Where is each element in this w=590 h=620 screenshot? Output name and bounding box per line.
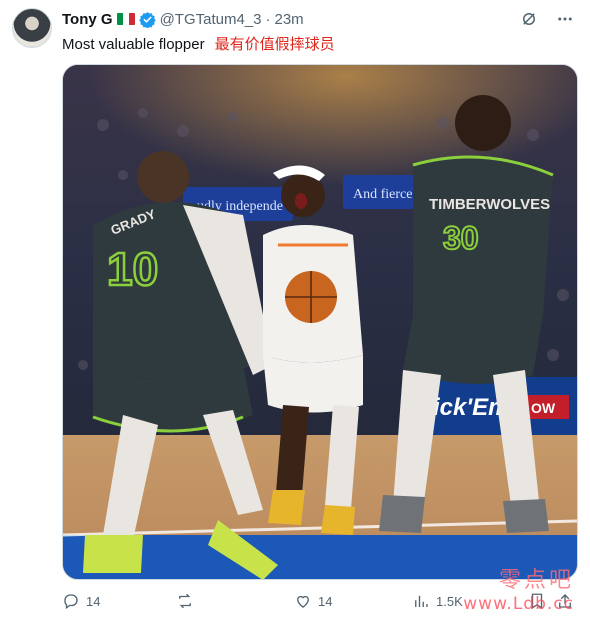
basketball-photo: udly independe And fiercely pro Pick'Em … [63,65,577,579]
retweet-button[interactable] [176,592,200,610]
reply-button[interactable]: 14 [62,592,100,610]
display-name[interactable]: Tony G [62,11,113,28]
tweet-text: Most valuable flopper [62,36,205,53]
reply-count: 14 [86,593,101,609]
views-count: 1.5K [436,593,463,609]
jersey-right-number: 30 [443,220,479,256]
tweet-body: Most valuable flopper 最有价值假摔球员 [62,33,335,55]
handle[interactable]: @TGTatum4_3 [160,11,262,28]
share-button[interactable] [556,592,574,610]
tweet-header: Tony G @TGTatum4_3 · 23m [62,8,304,30]
separator-dot: · [265,10,271,28]
like-count: 14 [318,593,333,609]
ad-board-text-2: OW [531,400,556,416]
timestamp[interactable]: 23m [275,11,304,28]
jersey-left-number: 10 [107,243,158,295]
retweet-icon [179,593,191,609]
header-actions [520,10,574,33]
media-photo[interactable]: udly independe And fiercely pro Pick'Em … [62,64,578,580]
tweet-actions: 14 14 1.5K [62,592,578,616]
bookmark-button[interactable] [528,592,546,610]
tweet-card[interactable]: Tony G @TGTatum4_3 · 23m Most valuable f… [0,0,590,620]
avatar[interactable] [12,8,52,48]
reply-icon [64,594,78,610]
like-button[interactable]: 14 [294,592,332,610]
views-icon [415,595,428,607]
bookmark-icon [531,593,543,610]
share-icon [559,594,571,608]
translation-overlay: 最有价值假摔球员 [214,35,335,53]
jersey-right-team: TIMBERWOLVES [429,196,550,213]
verified-badge-icon [138,11,156,28]
italy-flag-icon [116,13,135,25]
views-button[interactable]: 1.5K [412,592,463,610]
more-icon[interactable] [556,10,574,33]
heart-icon [297,595,309,608]
grok-icon[interactable] [520,10,538,33]
